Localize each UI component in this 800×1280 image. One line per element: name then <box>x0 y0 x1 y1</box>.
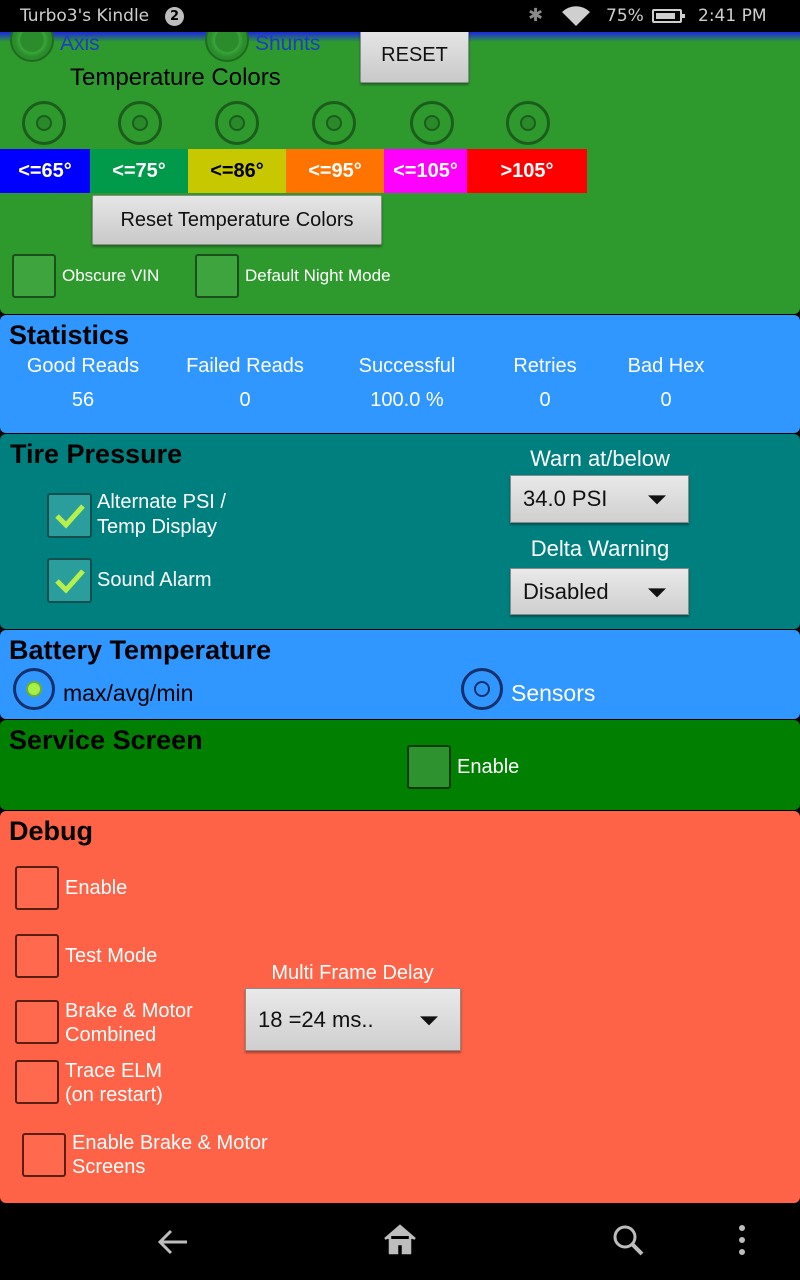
sensors-label: Sensors <box>511 680 596 706</box>
failed-reads-value: 0 <box>239 389 251 411</box>
warn-at-below-label: Warn at/below <box>530 446 670 471</box>
test-mode-label: Test Mode <box>65 945 158 967</box>
battery-temperature-panel: Battery Temperature max/avg/min Sensors <box>0 630 800 719</box>
shunts-radio[interactable] <box>205 32 249 62</box>
default-night-mode-checkbox[interactable] <box>195 254 239 298</box>
checkmark-icon <box>55 569 85 594</box>
swatch-over-105[interactable]: >105° <box>467 149 587 193</box>
trace-elm-checkbox[interactable] <box>15 1060 59 1104</box>
axis-label: Axis <box>60 32 100 55</box>
failed-reads-header: Failed Reads <box>186 355 304 377</box>
statistics-title: Statistics <box>9 320 130 350</box>
reset-button[interactable]: RESET <box>360 32 469 83</box>
swatch-75[interactable]: <=75° <box>90 149 188 193</box>
dropdown-arrow-icon <box>648 587 666 597</box>
temperature-colors-title: Temperature Colors <box>70 64 281 91</box>
shunts-label: Shunts <box>255 32 321 55</box>
alternate-psi-label-line2: Temp Display <box>97 516 218 538</box>
successful-header: Successful <box>358 355 456 377</box>
home-icon[interactable] <box>382 1222 418 1258</box>
swatch-86[interactable]: <=86° <box>188 149 286 193</box>
service-screen-panel: Service Screen Enable <box>0 720 800 810</box>
back-icon[interactable] <box>155 1224 191 1260</box>
service-screen-enable-checkbox[interactable] <box>407 745 451 789</box>
color-radio-over-105[interactable] <box>506 101 550 145</box>
sound-alarm-checkbox[interactable] <box>47 558 92 603</box>
overflow-menu-icon[interactable] <box>730 1222 754 1258</box>
device-name: Turbo3's Kindle <box>20 6 150 26</box>
successful-value: 100.0 % <box>370 389 444 411</box>
obscure-vin-label: Obscure VIN <box>62 266 160 285</box>
debug-panel: Debug Enable Test Mode Brake & Motor Com… <box>0 811 800 1203</box>
enable-brake-motor-screens-checkbox[interactable] <box>22 1133 66 1177</box>
warn-at-below-dropdown[interactable]: 34.0 PSI <box>510 475 689 523</box>
color-radio-86[interactable] <box>215 101 259 145</box>
alternate-psi-checkbox[interactable] <box>47 493 92 538</box>
delta-warning-label: Delta Warning <box>530 536 670 561</box>
notification-badge[interactable]: 2 <box>165 7 184 26</box>
brake-motor-combined-checkbox[interactable] <box>15 1000 59 1044</box>
obscure-vin-checkbox[interactable] <box>12 254 56 298</box>
color-radio-105[interactable] <box>410 101 454 145</box>
enable-brake-motor-screens-label-line1: Enable Brake & Motor <box>72 1132 268 1154</box>
service-screen-enable-label: Enable <box>457 756 520 778</box>
multi-frame-delay-label: Multi Frame Delay <box>271 962 434 984</box>
debug-title: Debug <box>9 816 93 846</box>
dropdown-arrow-icon <box>648 495 666 505</box>
bluetooth-icon: ✱ <box>528 5 544 26</box>
swatch-65[interactable]: <=65° <box>0 149 90 193</box>
good-reads-header: Good Reads <box>26 355 140 377</box>
reset-temperature-colors-button[interactable]: Reset Temperature Colors <box>92 195 382 245</box>
dropdown-arrow-icon <box>420 1015 438 1025</box>
sensors-radio[interactable] <box>461 668 503 710</box>
brake-motor-combined-label-line2: Combined <box>65 1024 157 1046</box>
service-screen-title: Service Screen <box>9 725 203 755</box>
enable-brake-motor-screens-label-line2: Screens <box>72 1156 146 1178</box>
swatch-95[interactable]: <=95° <box>286 149 384 193</box>
multi-frame-delay-value: 18 =24 ms.. <box>258 1006 374 1032</box>
status-bar: Turbo3's Kindle 2 ✱ 75% 2:41 PM <box>0 0 800 32</box>
default-night-mode-label: Default Night Mode <box>245 266 391 285</box>
search-icon[interactable] <box>610 1222 646 1258</box>
good-reads-value: 56 <box>71 389 95 411</box>
bad-hex-value: 0 <box>660 389 672 411</box>
clock: 2:41 PM <box>698 6 767 26</box>
alternate-psi-label-line1: Alternate PSI / <box>97 491 226 513</box>
max-avg-min-radio[interactable] <box>13 668 55 710</box>
checkmark-icon <box>55 504 85 529</box>
battery-temperature-title: Battery Temperature <box>9 635 272 665</box>
battery-percent: 75% <box>606 6 644 26</box>
color-radio-95[interactable] <box>312 101 356 145</box>
debug-enable-checkbox[interactable] <box>15 866 59 910</box>
battery-icon <box>652 9 685 23</box>
swatch-105[interactable]: <=105° <box>384 149 467 193</box>
sound-alarm-label: Sound Alarm <box>97 569 212 591</box>
warn-at-below-value: 34.0 PSI <box>523 486 608 511</box>
axis-radio[interactable] <box>10 32 54 62</box>
statistics-panel: Statistics Good Reads 56 Failed Reads 0 … <box>0 315 800 433</box>
navigation-bar <box>0 1206 800 1280</box>
wifi-icon <box>562 6 590 27</box>
tire-pressure-panel: Tire Pressure Alternate PSI / Temp Displ… <box>0 434 800 629</box>
color-radio-65[interactable] <box>22 101 66 145</box>
brake-motor-combined-label-line1: Brake & Motor <box>65 1000 193 1022</box>
color-radio-75[interactable] <box>118 101 162 145</box>
tire-pressure-title: Tire Pressure <box>10 439 183 469</box>
test-mode-checkbox[interactable] <box>15 934 59 978</box>
trace-elm-label-line1: Trace ELM <box>65 1060 163 1082</box>
general-settings-panel: Axis Shunts RESET Temperature Colors <=6… <box>0 32 800 314</box>
max-avg-min-label: max/avg/min <box>63 680 194 706</box>
bad-hex-header: Bad Hex <box>627 355 705 377</box>
multi-frame-delay-dropdown[interactable]: 18 =24 ms.. <box>245 988 461 1051</box>
delta-warning-dropdown[interactable]: Disabled <box>510 568 689 615</box>
trace-elm-label-line2: (on restart) <box>65 1084 163 1106</box>
debug-enable-label: Enable <box>65 877 128 899</box>
delta-warning-value: Disabled <box>523 578 609 604</box>
